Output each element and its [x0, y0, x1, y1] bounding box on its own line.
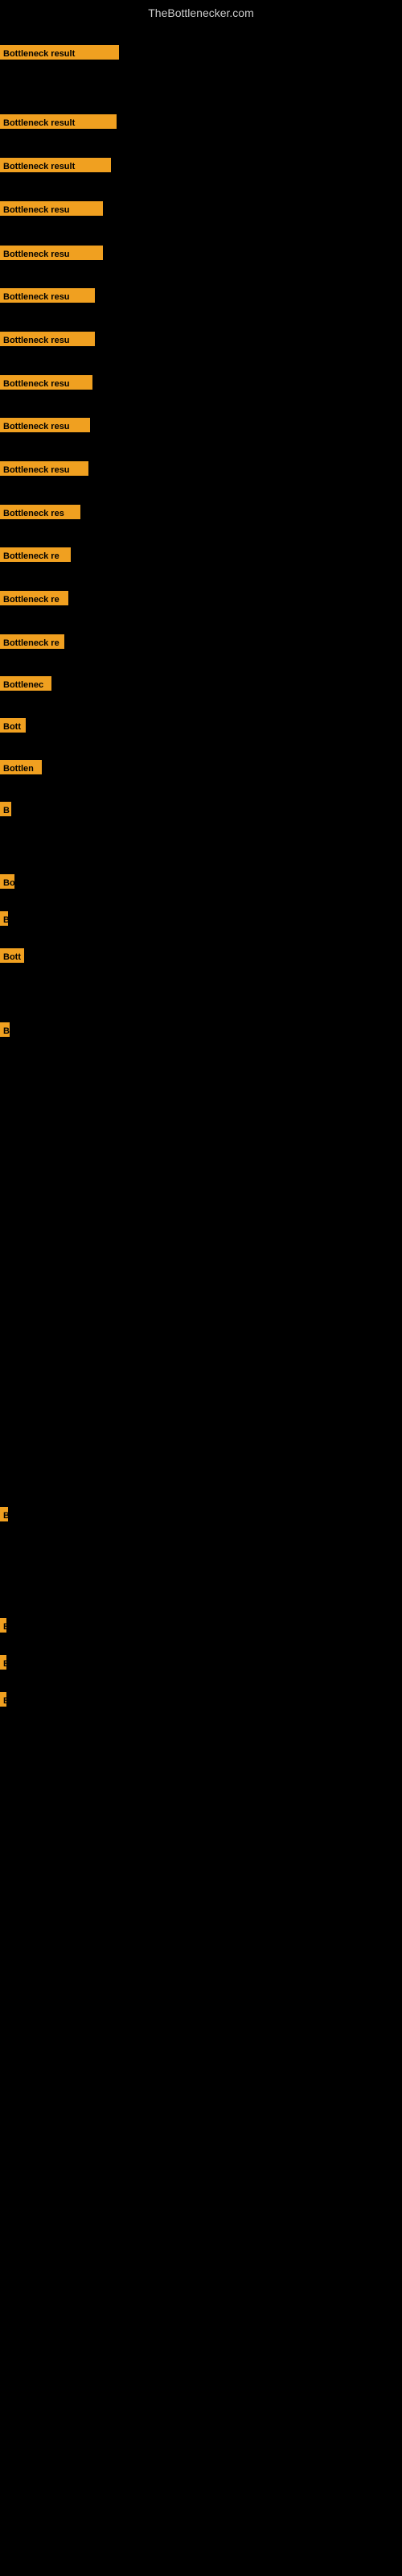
bar-row-14: Bottleneck re — [0, 634, 64, 649]
bar-row-12: Bottleneck re — [0, 547, 71, 562]
bar-row-13: Bottleneck re — [0, 591, 68, 605]
bar-row-6: Bottleneck resu — [0, 288, 95, 303]
bar-label-9: Bottleneck resu — [0, 418, 90, 432]
bar-label-1: Bottleneck result — [0, 45, 119, 60]
bar-label-17: Bottlen — [0, 760, 42, 774]
bar-label-26: B — [0, 1692, 6, 1707]
bar-label-19: Bo — [0, 874, 14, 889]
bar-label-4: Bottleneck resu — [0, 201, 103, 216]
bar-row-18: B — [0, 802, 11, 816]
bar-label-6: Bottleneck resu — [0, 288, 95, 303]
bar-label-13: Bottleneck re — [0, 591, 68, 605]
bar-label-16: Bott — [0, 718, 26, 733]
bar-row-7: Bottleneck resu — [0, 332, 95, 346]
bar-label-25: B — [0, 1655, 6, 1670]
bar-row-16: Bott — [0, 718, 26, 733]
bar-row-15: Bottlenec — [0, 676, 51, 691]
bar-row-17: Bottlen — [0, 760, 42, 774]
bar-row-8: Bottleneck resu — [0, 375, 92, 390]
bar-row-3: Bottleneck result — [0, 158, 111, 172]
bar-label-21: Bott — [0, 948, 24, 963]
bar-label-12: Bottleneck re — [0, 547, 71, 562]
bar-row-24: B — [0, 1618, 6, 1633]
bar-label-2: Bottleneck result — [0, 114, 117, 129]
bar-row-9: Bottleneck resu — [0, 418, 90, 432]
bar-row-26: B — [0, 1692, 6, 1707]
bar-row-11: Bottleneck res — [0, 505, 80, 519]
bar-label-8: Bottleneck resu — [0, 375, 92, 390]
bar-label-11: Bottleneck res — [0, 505, 80, 519]
bar-row-5: Bottleneck resu — [0, 246, 103, 260]
bar-label-18: B — [0, 802, 11, 816]
bar-row-20: B — [0, 911, 8, 926]
bar-row-21: Bott — [0, 948, 24, 963]
bar-label-14: Bottleneck re — [0, 634, 64, 649]
bar-row-19: Bo — [0, 874, 14, 889]
bar-label-20: B — [0, 911, 8, 926]
bar-label-23: B — [0, 1507, 8, 1521]
bar-label-3: Bottleneck result — [0, 158, 111, 172]
bar-label-7: Bottleneck resu — [0, 332, 95, 346]
bar-label-15: Bottlenec — [0, 676, 51, 691]
bar-label-22: B — [0, 1022, 10, 1037]
bar-row-4: Bottleneck resu — [0, 201, 103, 216]
bar-label-5: Bottleneck resu — [0, 246, 103, 260]
bar-row-10: Bottleneck resu — [0, 461, 88, 476]
bar-label-24: B — [0, 1618, 6, 1633]
bar-row-2: Bottleneck result — [0, 114, 117, 129]
site-title: TheBottlenecker.com — [0, 3, 402, 23]
bar-label-10: Bottleneck resu — [0, 461, 88, 476]
bar-row-1: Bottleneck result — [0, 45, 119, 60]
bar-row-22: B — [0, 1022, 10, 1037]
bar-row-23: B — [0, 1507, 8, 1521]
bar-row-25: B — [0, 1655, 6, 1670]
